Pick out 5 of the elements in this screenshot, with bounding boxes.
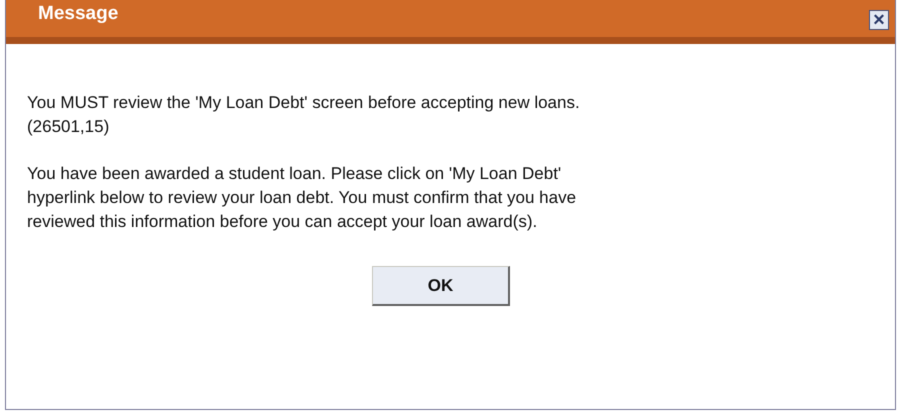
message-text: You have been awarded a student loan. Please click on 'My Loan Debt' hyperlink below to review your loan debt. You must confirm that you have reviewed this information before you can accept your loan award(s). xyxy=(27,163,578,233)
window-title: Message xyxy=(38,2,118,24)
ok-button[interactable]: OK xyxy=(372,266,510,306)
message-text: You MUST review the 'My Loan Debt' screen before accepting new loans. (26501,15) xyxy=(27,92,581,138)
close-button[interactable]: × xyxy=(869,10,889,30)
